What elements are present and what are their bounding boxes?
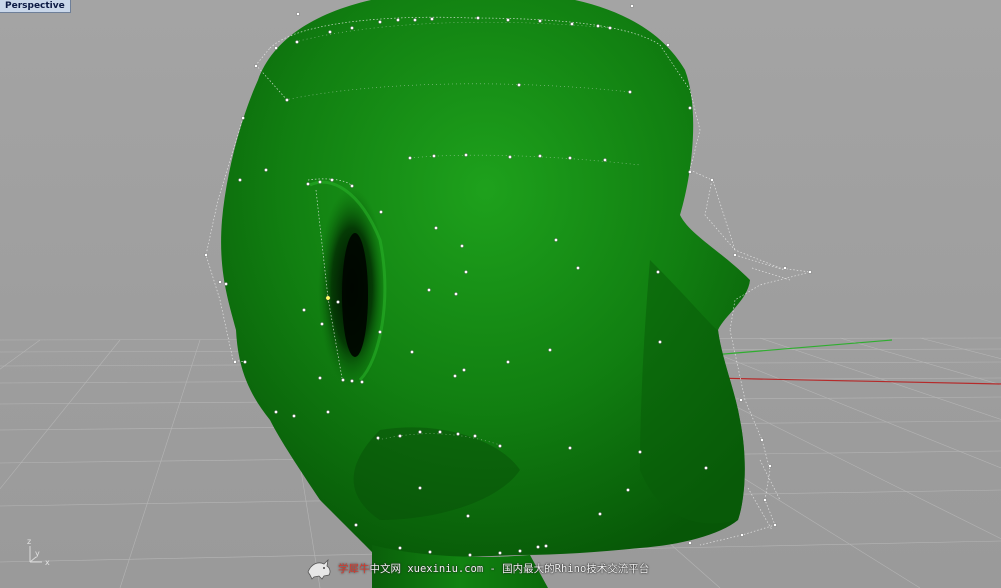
- site-watermark: 学犀牛中文网 xuexiniu.com - 国内最大的Rhino技术交流平台: [306, 555, 649, 581]
- perspective-viewport[interactable]: z y x Perspective 学犀牛中文网 xuexiniu.com - …: [0, 0, 1001, 588]
- selected-control-point: [325, 295, 331, 301]
- axis-z-label: z: [27, 537, 31, 546]
- axis-y-label: y: [35, 549, 40, 558]
- rhino-logo-icon: [307, 558, 331, 580]
- axis-x-label: x: [45, 558, 50, 567]
- watermark-brand: 学犀牛: [338, 562, 370, 575]
- viewport-title-tab[interactable]: Perspective: [0, 0, 71, 13]
- watermark-text: 学犀牛中文网 xuexiniu.com - 国内最大的Rhino技术交流平台: [338, 561, 649, 576]
- ear-canal: [342, 233, 368, 357]
- watermark-site: 中文网 xuexiniu.com: [369, 562, 484, 575]
- watermark-slogan: - 国内最大的Rhino技术交流平台: [483, 562, 650, 575]
- world-y-axis: [699, 339, 893, 357]
- viewport-canvas[interactable]: z y x: [0, 0, 1001, 588]
